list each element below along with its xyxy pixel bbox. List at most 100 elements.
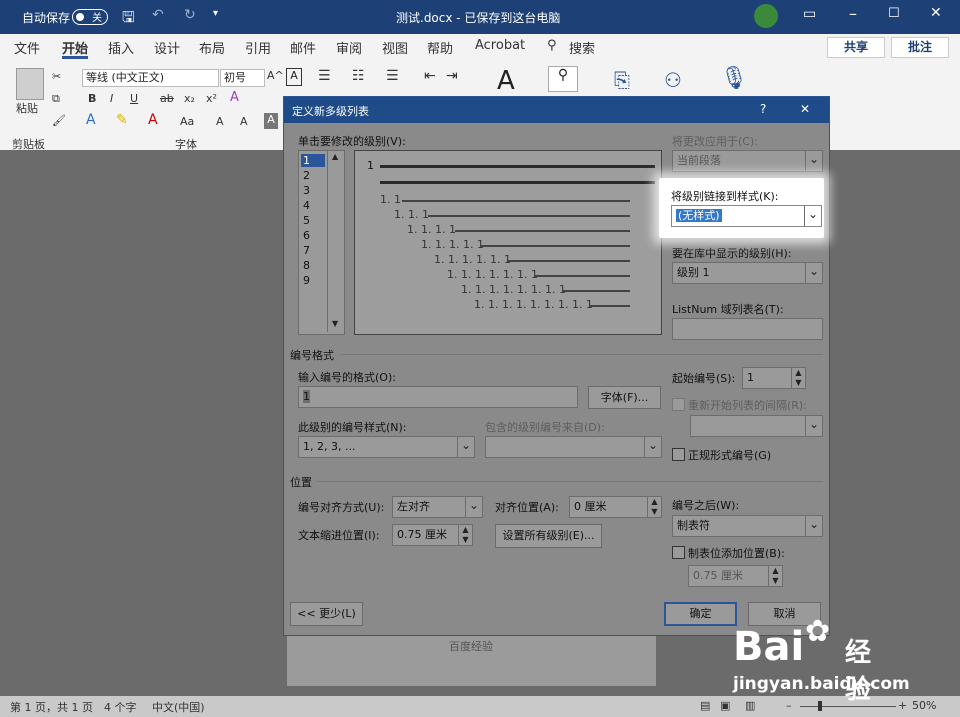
dictate-icon[interactable]: 🎙 bbox=[720, 66, 748, 91]
print-layout-icon[interactable]: ▣ bbox=[720, 699, 730, 712]
format-painter-icon[interactable]: 🖌 bbox=[52, 114, 66, 127]
enter-format-input[interactable]: 1 bbox=[298, 386, 578, 408]
font-name-select[interactable]: 等线 (中文正文) bbox=[82, 69, 219, 87]
tab-layout[interactable]: 布局 bbox=[199, 38, 225, 57]
align-at-spinner[interactable]: ▲ ▼ bbox=[647, 497, 661, 517]
tabstop-spinner[interactable]: ▲ ▼ bbox=[768, 566, 782, 586]
tab-review[interactable]: 审阅 bbox=[336, 38, 362, 57]
maximize-icon[interactable]: ☐ bbox=[888, 6, 900, 21]
align-select[interactable]: 左对齐 bbox=[392, 496, 483, 518]
subscript-icon[interactable]: x₂ bbox=[184, 92, 195, 105]
autosave-toggle[interactable] bbox=[72, 9, 108, 25]
avatar[interactable] bbox=[754, 4, 778, 28]
italic-icon[interactable]: I bbox=[110, 92, 113, 105]
read-mode-icon[interactable]: ▤ bbox=[700, 699, 710, 712]
copy-icon[interactable]: ⧉ bbox=[52, 92, 60, 106]
level-item[interactable]: 8 bbox=[303, 259, 310, 272]
level-item[interactable]: 1 bbox=[303, 154, 310, 167]
sign-icon[interactable]: ⎘ bbox=[614, 68, 630, 92]
tabstop-checkbox[interactable] bbox=[672, 546, 685, 559]
search-icon[interactable]: ⚲ bbox=[547, 38, 557, 53]
tab-references[interactable]: 引用 bbox=[245, 38, 271, 57]
ribbon-display-icon[interactable]: ▭ bbox=[803, 6, 816, 22]
shrink-icon[interactable]: A bbox=[240, 115, 248, 128]
level-item[interactable]: 5 bbox=[303, 214, 310, 227]
zoom-slider[interactable] bbox=[800, 706, 896, 707]
redo-icon[interactable]: ↻ bbox=[184, 7, 196, 23]
paste-icon[interactable] bbox=[16, 68, 44, 100]
align-at-input[interactable]: 0 厘米 ▲ ▼ bbox=[569, 496, 662, 518]
tab-file[interactable]: 文件 bbox=[14, 38, 40, 57]
share-doc-icon[interactable]: ⚇ bbox=[664, 68, 682, 92]
level-item[interactable]: 6 bbox=[303, 229, 310, 242]
scroll-down-icon[interactable]: ▼ bbox=[332, 319, 338, 328]
char-border-icon[interactable]: A bbox=[286, 68, 302, 86]
tabstop-input[interactable]: 0.75 厘米 ▲ ▼ bbox=[688, 565, 783, 587]
font-button[interactable]: 字体(F)... bbox=[588, 386, 661, 409]
strikethrough-icon[interactable]: ab bbox=[160, 92, 174, 105]
level-item[interactable]: 3 bbox=[303, 184, 310, 197]
restart-checkbox[interactable] bbox=[672, 398, 685, 411]
apply-to-select[interactable]: 当前段落 bbox=[672, 150, 823, 172]
help-icon[interactable]: ? bbox=[760, 102, 766, 116]
clear-format-icon[interactable]: A bbox=[230, 90, 239, 105]
tab-acrobat[interactable]: Acrobat bbox=[475, 38, 525, 53]
link-style-select-highlighted[interactable]: (无样式) bbox=[671, 205, 822, 227]
grow-font-icon[interactable]: A^ bbox=[267, 69, 284, 82]
level-scrollbar[interactable]: ▲ ▼ bbox=[327, 151, 344, 332]
undo-icon[interactable]: ↶ bbox=[152, 7, 164, 23]
zoom-level[interactable]: 50% bbox=[912, 699, 936, 712]
bold-icon[interactable]: B bbox=[88, 92, 96, 105]
grow-icon[interactable]: A bbox=[216, 115, 224, 128]
legal-checkbox[interactable] bbox=[672, 448, 685, 461]
customize-icon[interactable]: ▾ bbox=[213, 8, 218, 19]
tab-help[interactable]: 帮助 bbox=[427, 38, 453, 57]
char-shading-icon[interactable]: A bbox=[264, 113, 278, 129]
number-style-select[interactable]: 1, 2, 3, ... bbox=[298, 436, 475, 458]
indent-spinner[interactable]: ▲ ▼ bbox=[458, 525, 472, 545]
cut-icon[interactable]: ✂ bbox=[52, 70, 61, 83]
close-icon[interactable]: ✕ bbox=[800, 102, 810, 116]
zoom-in-icon[interactable]: + bbox=[898, 699, 907, 712]
level-item[interactable]: 7 bbox=[303, 244, 310, 257]
level-item[interactable]: 4 bbox=[303, 199, 310, 212]
status-language[interactable]: 中文(中国) bbox=[152, 699, 205, 715]
follow-number-select[interactable]: 制表符 bbox=[672, 515, 823, 537]
find-icon[interactable]: ⚲ bbox=[548, 66, 578, 92]
tab-insert[interactable]: 插入 bbox=[108, 38, 134, 57]
scroll-up-icon[interactable]: ▲ bbox=[332, 152, 338, 161]
save-icon[interactable]: 🖫 bbox=[122, 7, 135, 32]
highlight-icon[interactable]: ✎ bbox=[116, 112, 128, 128]
tab-mailings[interactable]: 邮件 bbox=[290, 38, 316, 57]
text-effects-icon[interactable]: A bbox=[86, 112, 96, 128]
styles-icon[interactable]: A bbox=[497, 66, 515, 96]
less-button[interactable]: << 更少(L) bbox=[290, 602, 363, 626]
web-layout-icon[interactable]: ▥ bbox=[745, 699, 755, 712]
close-window-icon[interactable]: ✕ bbox=[930, 5, 942, 21]
multilevel-icon[interactable]: ☰ bbox=[386, 68, 399, 84]
indent-input[interactable]: 0.75 厘米 ▲ ▼ bbox=[392, 524, 473, 546]
level-item[interactable]: 2 bbox=[303, 169, 310, 182]
tab-view[interactable]: 视图 bbox=[382, 38, 408, 57]
start-at-spinner[interactable]: ▲ ▼ bbox=[791, 368, 805, 388]
decrease-indent-icon[interactable]: ⇤ bbox=[424, 68, 436, 84]
numbering-icon[interactable]: ☷ bbox=[352, 68, 365, 84]
level-item[interactable]: 9 bbox=[303, 274, 310, 287]
status-words[interactable]: 4 个字 bbox=[104, 699, 137, 715]
minimize-icon[interactable]: – bbox=[849, 4, 857, 23]
superscript-icon[interactable]: x² bbox=[206, 92, 217, 105]
bullets-icon[interactable]: ☰ bbox=[318, 68, 331, 84]
status-page[interactable]: 第 1 页，共 1 页 bbox=[10, 699, 93, 715]
level-list[interactable]: 1 2 3 4 5 6 7 8 9 ▲ ▼ bbox=[298, 150, 345, 335]
tab-home[interactable]: 开始 bbox=[62, 38, 88, 57]
change-case-label[interactable]: Aa bbox=[180, 115, 194, 128]
tab-search[interactable]: 搜索 bbox=[569, 38, 595, 57]
start-at-input[interactable]: 1 ▲ ▼ bbox=[742, 367, 806, 389]
comment-button[interactable]: 批注 bbox=[891, 37, 949, 58]
listnum-input[interactable] bbox=[672, 318, 823, 340]
include-level-select[interactable] bbox=[485, 436, 662, 458]
gallery-level-select[interactable]: 级别 1 bbox=[672, 262, 823, 284]
share-button[interactable]: 共享 bbox=[827, 37, 885, 58]
tab-design[interactable]: 设计 bbox=[154, 38, 180, 57]
restart-select[interactable] bbox=[690, 415, 823, 437]
